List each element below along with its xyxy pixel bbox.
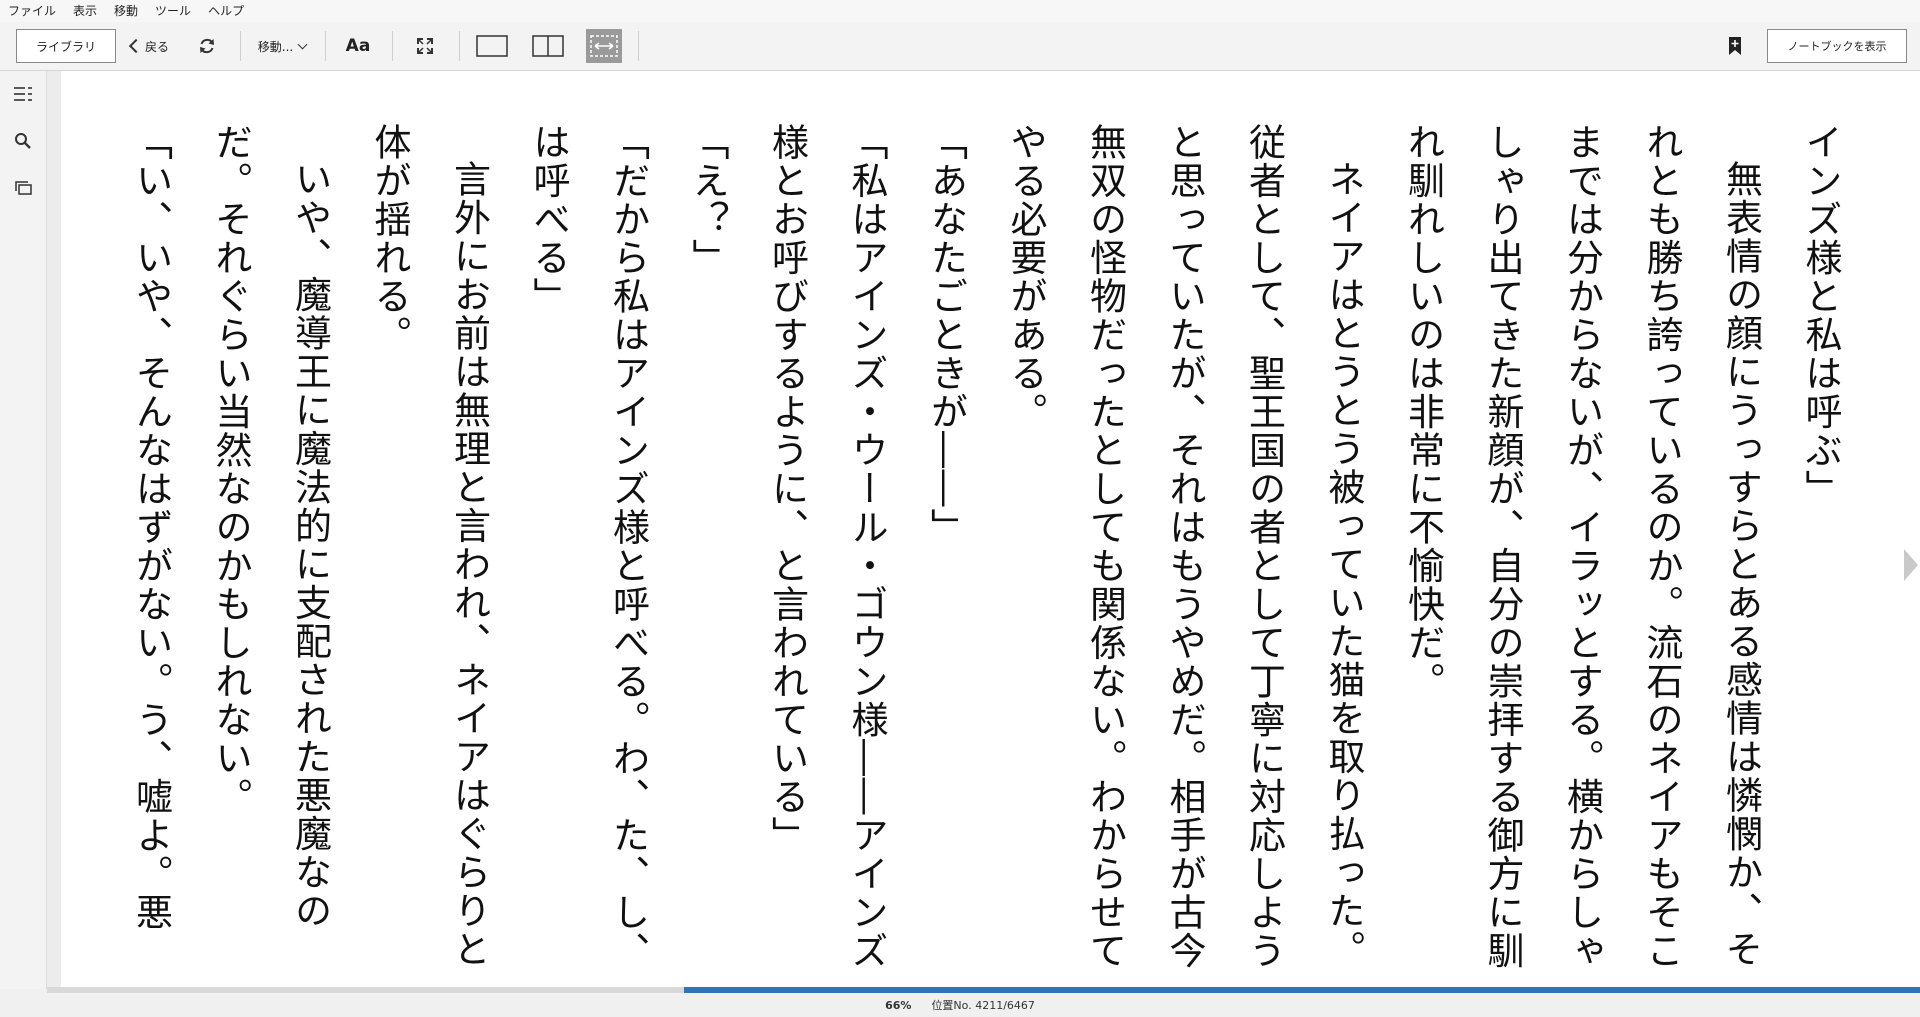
fit-width-button[interactable]: [586, 29, 622, 63]
fit-width-icon: [590, 35, 618, 57]
paragraph: 「い、いや、そんなはずがない。う、嘘よ。悪: [129, 123, 173, 932]
goto-dropdown[interactable]: 移動...: [252, 29, 312, 63]
show-notebook-button[interactable]: ノートブックを表示: [1767, 29, 1907, 63]
progress-percent: 66%: [885, 998, 912, 1012]
bookmark-button[interactable]: [1722, 29, 1748, 63]
single-page-button[interactable]: [474, 29, 510, 63]
expand-icon: [417, 38, 433, 54]
chevron-down-icon: [297, 39, 308, 49]
back-label: 戻る: [144, 39, 169, 54]
chevron-left-icon: [128, 38, 144, 54]
cards-icon: [15, 181, 32, 195]
paragraph: 言外にお前は無理と言われ、ネイアはぐらりと体が揺れる。: [368, 123, 491, 969]
menu-help[interactable]: ヘルプ: [200, 0, 253, 22]
page-text: インズ様と私は呼ぶ」 無表情の顔にうっすらとある感情は憐憫か、それとも勝ち誇って…: [111, 123, 1860, 983]
paragraph: 「私はアインズ・ウール・ゴウン様――アインズ様とお呼びするように、と言われている…: [765, 123, 889, 970]
two-page-button[interactable]: [530, 29, 566, 63]
search-icon: [15, 133, 31, 149]
menu-view[interactable]: 表示: [65, 0, 106, 22]
reading-area: インズ様と私は呼ぶ」 無表情の顔にうっすらとある感情は憐憫か、それとも勝ち誇って…: [47, 71, 1920, 989]
bookmark-add-icon: [1729, 37, 1741, 55]
menu-bar: ファイル 表示 移動 ツール ヘルプ: [0, 0, 1920, 22]
refresh-icon: [200, 38, 214, 54]
single-page-icon: [476, 35, 508, 57]
flashcards-button[interactable]: [12, 177, 34, 199]
paragraph: 「あなたごときが――」: [924, 123, 968, 547]
paragraph: 「え？」: [686, 123, 729, 277]
sync-button[interactable]: [192, 29, 222, 63]
next-page-arrow-icon[interactable]: [1904, 549, 1918, 581]
status-bar: 66% 位置No. 4211/6467: [0, 993, 1920, 1017]
fullscreen-button[interactable]: [410, 29, 440, 63]
left-rail: [0, 71, 47, 989]
location-readout: 位置No. 4211/6467: [931, 999, 1035, 1012]
paragraph: 「だから私はアインズ様と呼べる。わ、た、し、は呼べる」: [527, 123, 650, 970]
goto-label: 移動...: [257, 39, 294, 54]
table-of-contents-icon: [14, 87, 32, 101]
book-page[interactable]: インズ様と私は呼ぶ」 無表情の顔にうっすらとある感情は憐憫か、それとも勝ち誇って…: [61, 71, 1920, 988]
search-button[interactable]: [12, 130, 34, 152]
toc-button[interactable]: [12, 83, 34, 105]
menu-file[interactable]: ファイル: [0, 0, 65, 22]
paragraph: ネイアはとうとう被っていた猫を取り払った。従者として、聖王国の者として丁寧に対応…: [1004, 123, 1365, 970]
paragraph: 無表情の顔にうっすらとある感情は憐憫か、それとも勝ち誇っているのか。流石のネイア…: [1401, 123, 1763, 970]
menu-tools[interactable]: ツール: [147, 0, 200, 22]
library-button[interactable]: ライブラリ: [16, 29, 116, 63]
two-page-icon: [532, 35, 564, 57]
back-button[interactable]: 戻る: [127, 29, 173, 63]
paragraph: インズ様と私は呼ぶ」: [1799, 123, 1842, 508]
font-settings-button[interactable]: Aa: [340, 29, 376, 63]
menu-go[interactable]: 移動: [106, 0, 147, 22]
toolbar: ライブラリ 戻る 移動... Aa ノートブックを表示: [0, 22, 1920, 71]
paragraph: いや、魔導王に魔法的に支配された悪魔なのだ。それぐらい当然なのかもしれない。: [209, 123, 332, 930]
